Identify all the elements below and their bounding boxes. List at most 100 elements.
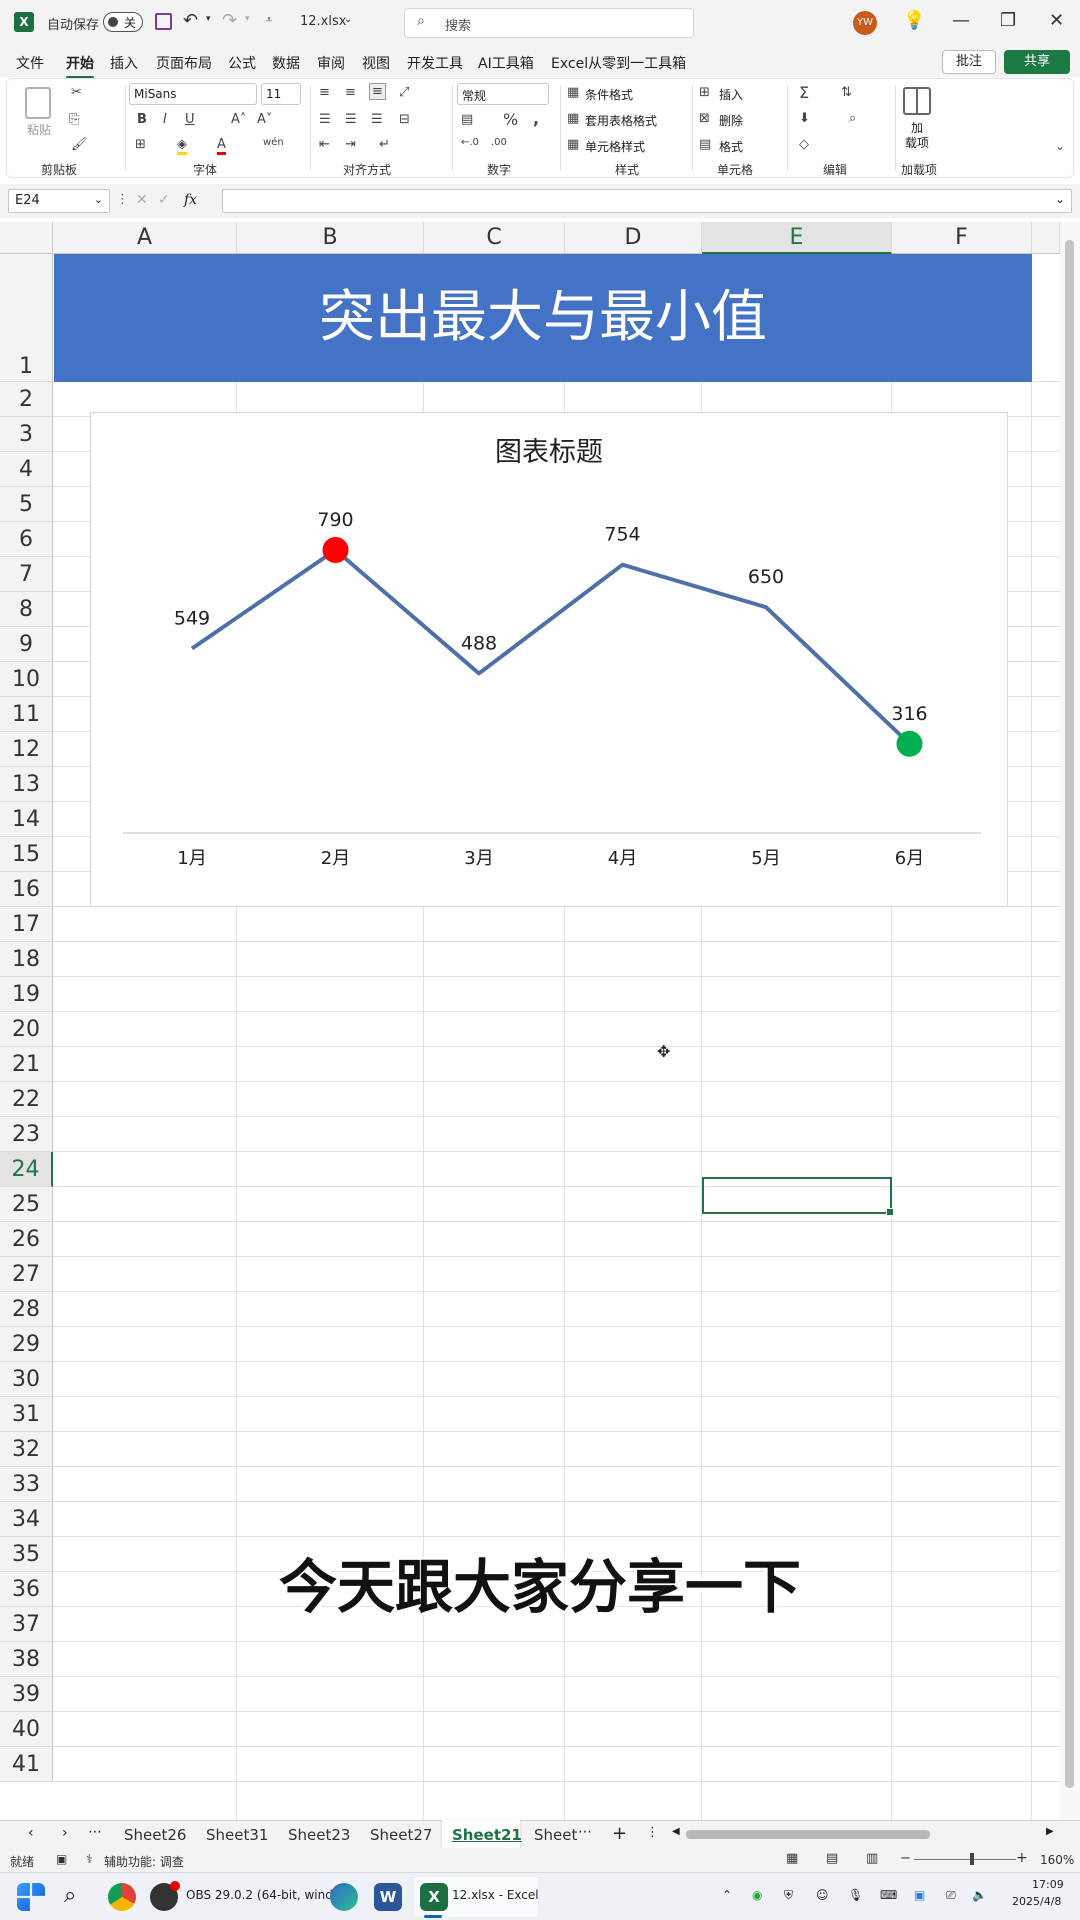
formula-input[interactable]: ⌄ (222, 189, 1072, 213)
cut-icon[interactable]: ✂ (71, 85, 82, 100)
cancel-entry-icon[interactable]: ✕ (136, 192, 148, 208)
decrease-indent-icon[interactable]: ⇤ (319, 137, 330, 152)
chrome-icon[interactable] (108, 1883, 136, 1911)
increase-indent-icon[interactable]: ⇥ (345, 137, 356, 152)
tab-file[interactable]: 文件 (16, 53, 44, 73)
minimize-icon[interactable]: — (952, 10, 970, 31)
add-sheet-icon[interactable]: + (612, 1823, 627, 1844)
split-handle-icon[interactable]: ⋮ (646, 1825, 659, 1840)
more-icon[interactable]: ⋮ (116, 192, 129, 207)
zoom-out-icon[interactable]: − (900, 1851, 911, 1866)
format-cells-button[interactable]: 格式 (719, 138, 743, 155)
conditional-format-icon[interactable]: ▦ (567, 85, 579, 100)
font-name-select[interactable]: MiSans (129, 83, 257, 105)
tray-overflow-icon[interactable]: ⌃ (722, 1888, 732, 1902)
tray-volume-icon[interactable]: 🔈 (972, 1888, 987, 1902)
data-label[interactable]: 790 (317, 509, 353, 531)
more-sheets-icon[interactable]: ⋯ (578, 1824, 592, 1840)
macro-record-icon[interactable]: ▣ (56, 1852, 67, 1866)
fill-color-icon[interactable]: ◈ (177, 137, 187, 155)
decrease-decimal-icon[interactable]: .00 (491, 137, 507, 148)
lightbulb-icon[interactable]: 💡 (903, 10, 925, 31)
max-point-marker[interactable] (322, 536, 349, 563)
phonetic-icon[interactable]: wén (263, 137, 284, 148)
file-name[interactable]: 12.xlsx (300, 14, 346, 29)
font-color-icon[interactable]: A (217, 137, 226, 155)
tray-app-icon[interactable]: ▣ (914, 1888, 925, 1902)
font-shrink-icon[interactable]: A˅ (257, 112, 272, 127)
row-header-39[interactable]: 39 (0, 1677, 53, 1712)
row-header-14[interactable]: 14 (0, 802, 53, 837)
data-label[interactable]: 316 (891, 703, 927, 725)
vertical-scroll-thumb[interactable] (1065, 240, 1074, 1788)
zoom-slider-thumb[interactable] (970, 1853, 974, 1865)
worksheet-grid[interactable]: ABCDEF 1 2 3 4 5 6 7 8 9 10 11 12 13 14 15 16 17 18 19 20 21… (0, 222, 1080, 1820)
chart-title[interactable]: 图表标题 (495, 437, 603, 468)
italic-icon[interactable]: I (163, 112, 167, 127)
tab-view[interactable]: 视图 (362, 53, 390, 73)
cell-styles-icon[interactable]: ▦ (567, 137, 579, 152)
borders-icon[interactable]: ⊞ (135, 137, 146, 152)
align-middle-icon[interactable]: ≡ (345, 85, 356, 100)
prev-sheet-icon[interactable]: ‹ (28, 1825, 34, 1841)
word-icon[interactable]: W (374, 1883, 402, 1911)
tab-formulas[interactable]: 公式 (228, 53, 256, 73)
row-header-9[interactable]: 9 (0, 627, 53, 662)
title-banner[interactable]: 突出最大与最小值 (54, 254, 1032, 382)
paste-label[interactable]: 粘贴 (27, 121, 51, 138)
row-header-3[interactable]: 3 (0, 417, 53, 452)
windows-start-icon[interactable] (17, 1883, 45, 1911)
tray-mic-icon[interactable]: 🎙 (848, 1888, 863, 1902)
tab-insert[interactable]: 插入 (110, 53, 138, 73)
row-header-32[interactable]: 32 (0, 1432, 53, 1467)
underline-icon[interactable]: U (185, 112, 195, 127)
row-header-28[interactable]: 28 (0, 1292, 53, 1327)
expand-formula-icon[interactable]: ⌄ (1055, 192, 1065, 206)
zoom-level[interactable]: 160% (1040, 1853, 1074, 1867)
sheet-tab-sheet23[interactable]: Sheet23 (288, 1826, 350, 1844)
wrap-text-icon[interactable]: ↵ (379, 137, 390, 152)
fill-icon[interactable]: ⬇ (799, 111, 810, 126)
cell-styles-button[interactable]: 单元格样式 (585, 138, 645, 155)
user-avatar[interactable]: YW (853, 11, 877, 35)
comma-style-icon[interactable]: , (533, 109, 539, 128)
row-header-1[interactable]: 1 (0, 254, 53, 382)
customize-toolbar-icon[interactable]: ⩡ (266, 13, 272, 27)
next-sheet-icon[interactable]: › (62, 1825, 68, 1841)
row-header-10[interactable]: 10 (0, 662, 53, 697)
addins-icon[interactable] (903, 87, 931, 115)
row-header-7[interactable]: 7 (0, 557, 53, 592)
taskbar-search-icon[interactable]: ⌕ (64, 1883, 76, 1908)
excel-task-icon[interactable]: X (420, 1883, 448, 1911)
undo-icon[interactable]: ↶ (183, 10, 198, 31)
align-bottom-icon[interactable]: ≡ (369, 83, 386, 100)
clock-date[interactable]: 2025/4/8 (1012, 1895, 1061, 1908)
row-header-38[interactable]: 38 (0, 1642, 53, 1677)
tray-wechat-icon[interactable]: ◉ (752, 1888, 762, 1902)
tray-security-icon[interactable]: ⛨ (784, 1888, 793, 1903)
data-label[interactable]: 488 (461, 632, 497, 654)
tab-review[interactable]: 审阅 (317, 53, 345, 73)
data-label[interactable]: 754 (604, 524, 640, 546)
row-header-22[interactable]: 22 (0, 1082, 53, 1117)
row-header-25[interactable]: 25 (0, 1187, 53, 1222)
sort-filter-icon[interactable]: ⇅ (841, 85, 852, 100)
obs-taskbar-label[interactable]: OBS 29.0.2 (64-bit, wind (186, 1888, 333, 1902)
save-icon[interactable] (155, 13, 172, 30)
comment-button[interactable]: 批注 (942, 50, 996, 74)
tab-ai-toolbox[interactable]: AI工具箱 (478, 53, 534, 73)
delete-cells-button[interactable]: 删除 (719, 112, 743, 129)
delete-cells-icon[interactable]: ⊠ (699, 111, 710, 126)
vertical-scrollbar[interactable] (1060, 222, 1080, 1820)
tray-network-icon[interactable]: ⎚ (946, 1888, 956, 1903)
zoom-in-icon[interactable]: + (1016, 1850, 1028, 1866)
edge-icon[interactable] (330, 1883, 358, 1911)
row-header-17[interactable]: 17 (0, 907, 53, 942)
align-left-icon[interactable]: ☰ (319, 112, 331, 127)
data-label[interactable]: 549 (174, 608, 210, 630)
sheet-tab-sheet31[interactable]: Sheet31 (206, 1826, 268, 1844)
increase-decimal-icon[interactable]: ←.0 (461, 137, 479, 148)
autosum-icon[interactable]: Σ (799, 83, 809, 102)
normal-view-icon[interactable]: ▦ (786, 1851, 798, 1866)
row-header-41[interactable]: 41 (0, 1747, 53, 1782)
